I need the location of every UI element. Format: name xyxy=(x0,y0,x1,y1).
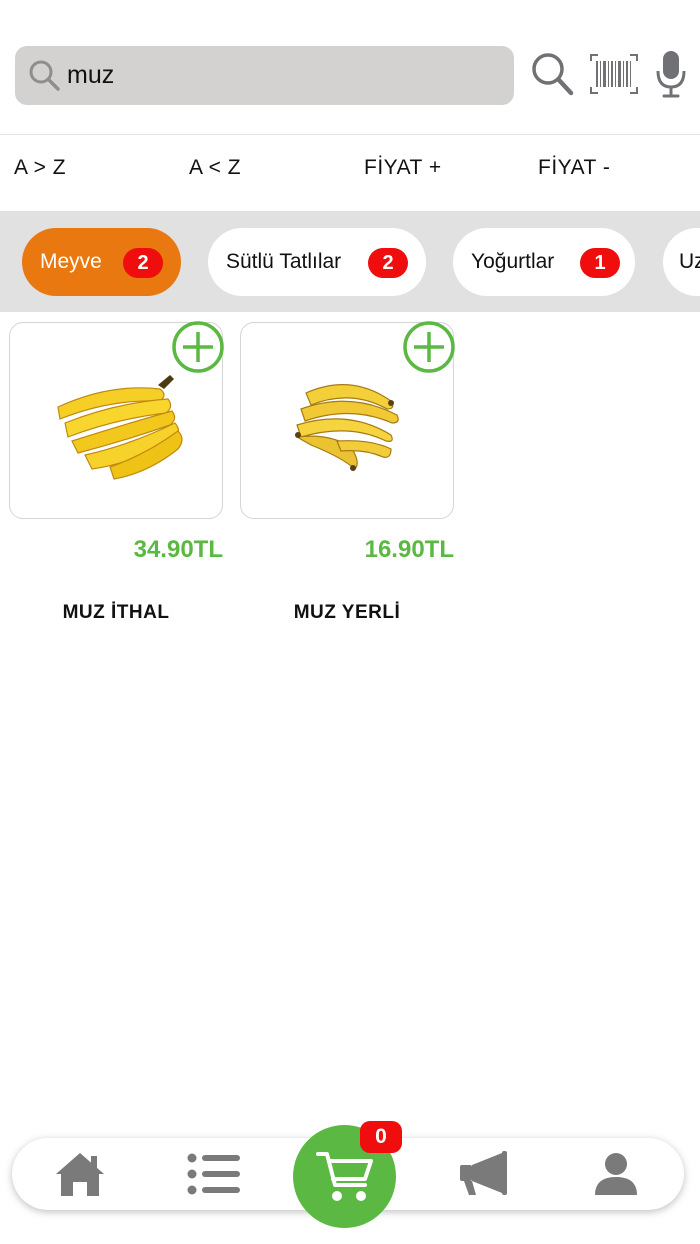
product-price: 16.90TL xyxy=(364,536,454,563)
sort-z-to-a[interactable]: A < Z xyxy=(189,156,241,180)
add-to-cart-button[interactable] xyxy=(171,320,225,374)
add-to-cart-button[interactable] xyxy=(402,320,456,374)
category-label: Yoğurtlar xyxy=(471,250,555,273)
category-strip: Meyve 2 Sütlü Tatlılar 2 Yoğurtlar 1 Uz xyxy=(0,211,700,312)
sort-a-to-z[interactable]: A > Z xyxy=(14,156,66,180)
category-label: Uz xyxy=(679,250,700,273)
cart-count-badge: 0 xyxy=(360,1121,402,1153)
category-count-badge: 1 xyxy=(580,248,620,278)
barcode-icon xyxy=(590,54,638,94)
product-name: MUZ YERLİ xyxy=(293,602,401,623)
megaphone-icon xyxy=(460,1151,507,1195)
sort-price-desc[interactable]: FİYAT - xyxy=(538,156,610,180)
home-icon xyxy=(56,1153,104,1196)
microphone-icon xyxy=(656,51,686,98)
category-chip-partial[interactable]: Uz xyxy=(663,228,700,296)
cart-icon xyxy=(315,1151,373,1201)
user-icon xyxy=(595,1153,637,1195)
search-input[interactable] xyxy=(67,54,497,96)
barcode-scan-button[interactable] xyxy=(588,46,640,102)
category-chip-yogurtlar[interactable]: Yoğurtlar 1 xyxy=(453,228,635,296)
search-icon xyxy=(29,60,60,91)
voice-search-button[interactable] xyxy=(653,46,689,102)
category-count-badge: 2 xyxy=(123,248,163,278)
category-chip-meyve[interactable]: Meyve 2 xyxy=(22,228,181,296)
nav-list[interactable] xyxy=(182,1146,246,1202)
nav-profile[interactable] xyxy=(584,1146,648,1202)
sort-price-asc[interactable]: FİYAT + xyxy=(364,156,442,180)
search-icon xyxy=(532,53,574,96)
nav-home[interactable] xyxy=(48,1146,112,1202)
product-price: 34.90TL xyxy=(133,536,223,563)
search-button[interactable] xyxy=(527,46,577,102)
divider xyxy=(0,134,700,135)
plus-circle-icon xyxy=(172,321,224,373)
search-bar-row xyxy=(15,46,700,106)
search-box[interactable] xyxy=(15,46,514,105)
category-count-badge: 2 xyxy=(368,248,408,278)
category-label: Meyve xyxy=(40,250,102,273)
list-icon xyxy=(187,1153,240,1195)
category-chip-sutlu-tatlilar[interactable]: Sütlü Tatlılar 2 xyxy=(208,228,426,296)
product-name: MUZ İTHAL xyxy=(62,602,170,623)
sort-options: A > Z A < Z FİYAT + FİYAT - xyxy=(0,150,700,194)
category-label: Sütlü Tatlılar xyxy=(226,250,342,273)
nav-campaigns[interactable] xyxy=(450,1146,514,1202)
plus-circle-icon xyxy=(403,321,455,373)
